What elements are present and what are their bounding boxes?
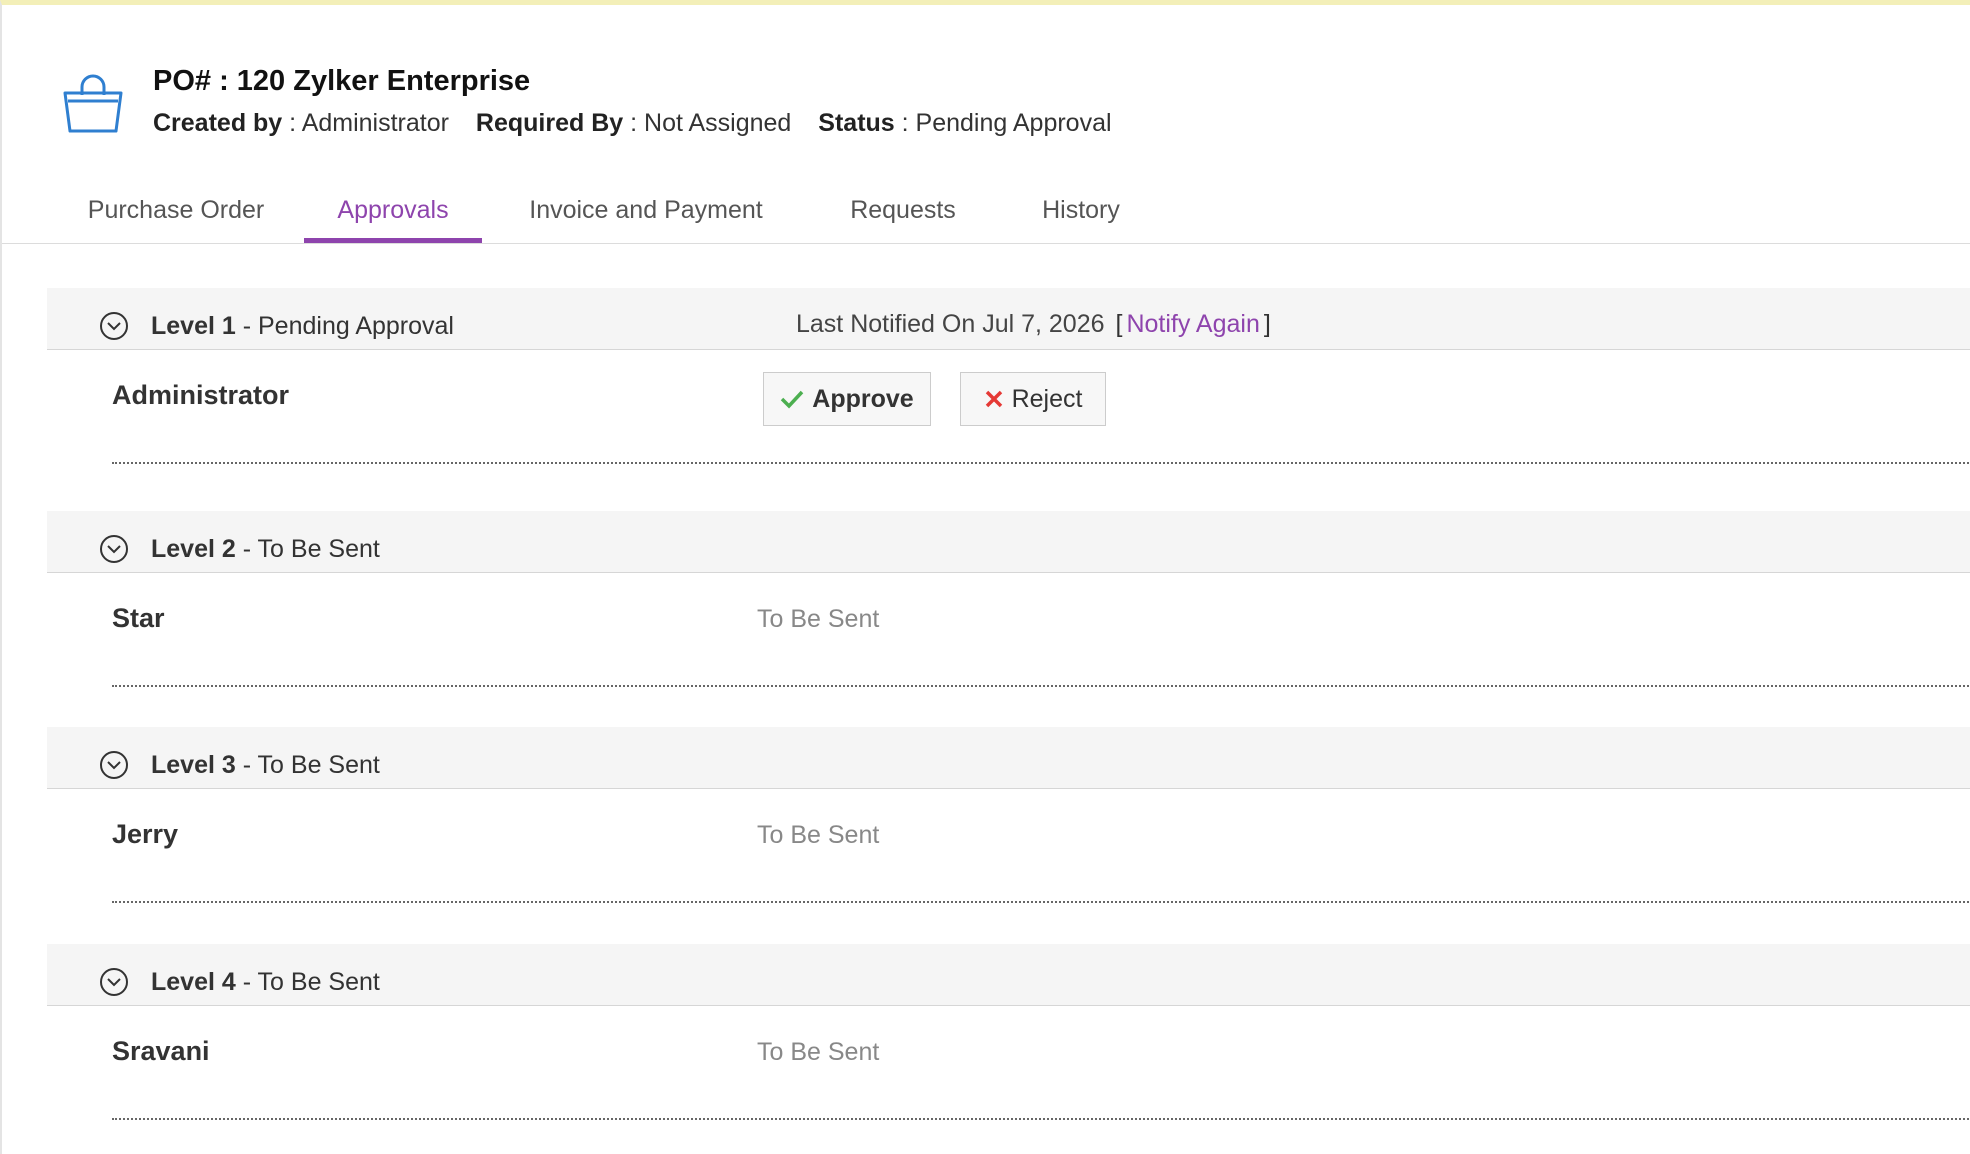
collapse-chevron-icon[interactable] — [99, 311, 129, 341]
level-header: Level 1 - Pending Approval Last Notified… — [47, 288, 1970, 350]
tab-invoice-and-payment[interactable]: Invoice and Payment — [520, 183, 772, 243]
level-header: Level 2 - To Be Sent — [47, 511, 1970, 573]
bracket-open: [ — [1115, 310, 1123, 338]
divider — [112, 462, 1970, 464]
approve-label: Approve — [812, 384, 914, 413]
status: Status : Pending Approval — [818, 109, 1112, 137]
level-name: Level 4 — [151, 968, 236, 996]
collapse-chevron-icon[interactable] — [99, 967, 129, 997]
level-title: Level 2 - To Be Sent — [151, 535, 380, 563]
status-label: Status — [818, 109, 895, 137]
tab-purchase-order[interactable]: Purchase Order — [84, 183, 268, 243]
level-body: Sravani To Be Sent — [47, 1006, 1970, 1120]
level-state: To Be Sent — [257, 535, 380, 563]
created-by: Created by : Administrator — [153, 109, 449, 137]
level-body: Administrator Approve Reject — [47, 350, 1970, 464]
approver-status: To Be Sent — [757, 821, 880, 849]
level-title: Level 3 - To Be Sent — [151, 751, 380, 779]
page-title: PO# : 120 Zylker Enterprise — [153, 65, 531, 97]
required-by: Required By : Not Assigned — [475, 109, 792, 137]
approval-level-4: Level 4 - To Be Sent Sravani To Be Sent — [47, 944, 1970, 1120]
check-icon — [781, 390, 804, 409]
level-body: Star To Be Sent — [47, 573, 1970, 687]
bracket-close: ] — [1263, 310, 1271, 338]
tab-requests[interactable]: Requests — [842, 183, 964, 243]
required-by-value: Not Assigned — [644, 109, 792, 137]
level-header: Level 3 - To Be Sent — [47, 727, 1970, 789]
reject-button[interactable]: Reject — [960, 372, 1106, 426]
po-meta: Created by : Administrator Required By :… — [153, 109, 1132, 138]
last-notified-text: Last Notified On Jul 7, 2026 — [796, 310, 1105, 338]
created-by-value: Administrator — [301, 109, 449, 137]
tab-bar: Purchase Order Approvals Invoice and Pay… — [2, 183, 1970, 244]
level-header: Level 4 - To Be Sent — [47, 944, 1970, 1006]
level-state: Pending Approval — [258, 312, 454, 340]
shopping-basket-icon — [60, 71, 126, 137]
reject-label: Reject — [1011, 384, 1083, 413]
level-body: Jerry To Be Sent — [47, 789, 1970, 903]
collapse-chevron-icon[interactable] — [99, 750, 129, 780]
po-detail-page: PO# : 120 Zylker Enterprise Created by :… — [0, 0, 1970, 1154]
close-icon — [985, 390, 1002, 408]
approve-button[interactable]: Approve — [763, 372, 931, 426]
status-value: Pending Approval — [915, 109, 1112, 137]
divider — [112, 901, 1970, 903]
approver-status: To Be Sent — [757, 1038, 880, 1066]
approval-level-2: Level 2 - To Be Sent Star To Be Sent — [47, 511, 1970, 687]
approval-level-3: Level 3 - To Be Sent Jerry To Be Sent — [47, 727, 1970, 903]
approver-name: Star — [112, 603, 165, 633]
approver-name: Administrator — [112, 380, 290, 410]
tab-approvals[interactable]: Approvals — [304, 183, 482, 243]
approver-name: Jerry — [112, 819, 179, 849]
divider — [112, 685, 1970, 687]
level-title: Level 1 - Pending Approval — [151, 312, 454, 340]
level-name: Level 1 — [151, 312, 236, 340]
level-state: To Be Sent — [257, 968, 380, 996]
last-notified: Last Notified On Jul 7, 2026 [Notify Aga… — [796, 310, 1275, 339]
level-title: Level 4 - To Be Sent — [151, 968, 380, 996]
approver-name: Sravani — [112, 1036, 210, 1066]
level-name: Level 3 — [151, 751, 236, 779]
required-by-label: Required By — [475, 109, 624, 137]
created-by-label: Created by — [153, 109, 283, 137]
level-name: Level 2 — [151, 535, 236, 563]
level-state: To Be Sent — [257, 751, 380, 779]
tab-history[interactable]: History — [1032, 183, 1130, 243]
approver-status: To Be Sent — [757, 605, 880, 633]
notify-again-link[interactable]: Notify Again — [1126, 310, 1259, 338]
collapse-chevron-icon[interactable] — [99, 534, 129, 564]
divider — [112, 1118, 1970, 1120]
approval-level-1: Level 1 - Pending Approval Last Notified… — [47, 288, 1970, 464]
